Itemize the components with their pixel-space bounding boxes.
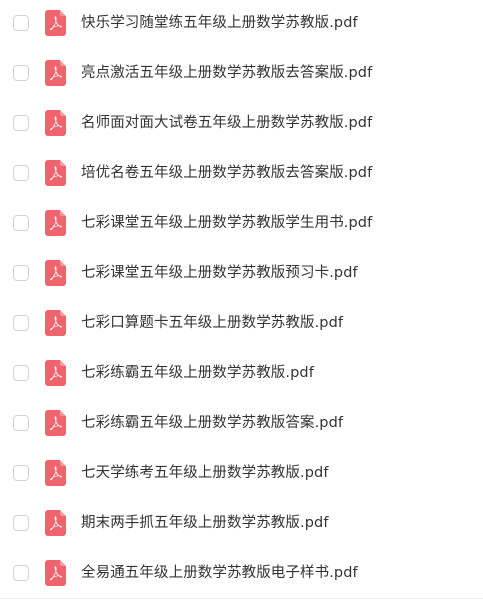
file-row[interactable]: 快乐学习随堂练五年级上册数学苏教版.pdf [0,0,483,50]
pdf-file-icon [45,210,66,236]
select-checkbox[interactable] [13,115,29,131]
pdf-file-icon [45,360,66,386]
file-row[interactable]: 亮点激活五年级上册数学苏教版去答案版.pdf [0,50,483,100]
pdf-file-icon [45,60,66,86]
file-row[interactable]: 七彩课堂五年级上册数学苏教版学生用书.pdf [0,200,483,250]
select-checkbox[interactable] [13,415,29,431]
pdf-file-icon [45,310,66,336]
file-row[interactable]: 培优名卷五年级上册数学苏教版去答案版.pdf [0,150,483,200]
pdf-file-icon [45,560,66,586]
file-name[interactable]: 七彩课堂五年级上册数学苏教版学生用书.pdf [81,212,372,234]
select-checkbox[interactable] [13,465,29,481]
select-checkbox[interactable] [13,515,29,531]
pdf-file-icon [45,410,66,436]
select-checkbox[interactable] [13,165,29,181]
file-row[interactable]: 七彩课堂五年级上册数学苏教版预习卡.pdf [0,250,483,300]
pdf-file-icon [45,160,66,186]
select-checkbox[interactable] [13,365,29,381]
pdf-file-icon [45,10,66,36]
file-name[interactable]: 亮点激活五年级上册数学苏教版去答案版.pdf [81,62,372,84]
select-checkbox[interactable] [13,565,29,581]
file-name[interactable]: 期末两手抓五年级上册数学苏教版.pdf [81,512,329,534]
select-checkbox[interactable] [13,265,29,281]
select-checkbox[interactable] [13,215,29,231]
file-row[interactable]: 七天学练考五年级上册数学苏教版.pdf [0,450,483,500]
file-row[interactable]: 名师面对面大试卷五年级上册数学苏教版.pdf [0,100,483,150]
file-name[interactable]: 七彩练霸五年级上册数学苏教版.pdf [81,362,314,384]
file-list: 快乐学习随堂练五年级上册数学苏教版.pdf 亮点激活五年级上册数学苏教版去答案版… [0,0,483,600]
file-row[interactable]: 七彩练霸五年级上册数学苏教版.pdf [0,350,483,400]
select-checkbox[interactable] [13,315,29,331]
file-name[interactable]: 快乐学习随堂练五年级上册数学苏教版.pdf [81,12,358,34]
file-name[interactable]: 培优名卷五年级上册数学苏教版去答案版.pdf [81,162,372,184]
file-name[interactable]: 七彩课堂五年级上册数学苏教版预习卡.pdf [81,262,358,284]
file-row[interactable]: 七彩练霸五年级上册数学苏教版答案.pdf [0,400,483,450]
file-name[interactable]: 名师面对面大试卷五年级上册数学苏教版.pdf [81,112,372,134]
select-checkbox[interactable] [13,65,29,81]
select-checkbox[interactable] [13,15,29,31]
file-row[interactable]: 七彩口算题卡五年级上册数学苏教版.pdf [0,300,483,350]
list-divider [0,598,483,599]
file-name[interactable]: 七彩口算题卡五年级上册数学苏教版.pdf [81,312,343,334]
file-name[interactable]: 全易通五年级上册数学苏教版电子样书.pdf [81,562,358,584]
file-row[interactable]: 期末两手抓五年级上册数学苏教版.pdf [0,500,483,550]
file-name[interactable]: 七天学练考五年级上册数学苏教版.pdf [81,462,329,484]
file-row[interactable]: 全易通五年级上册数学苏教版电子样书.pdf [0,550,483,600]
pdf-file-icon [45,110,66,136]
pdf-file-icon [45,460,66,486]
file-name[interactable]: 七彩练霸五年级上册数学苏教版答案.pdf [81,412,343,434]
pdf-file-icon [45,260,66,286]
pdf-file-icon [45,510,66,536]
